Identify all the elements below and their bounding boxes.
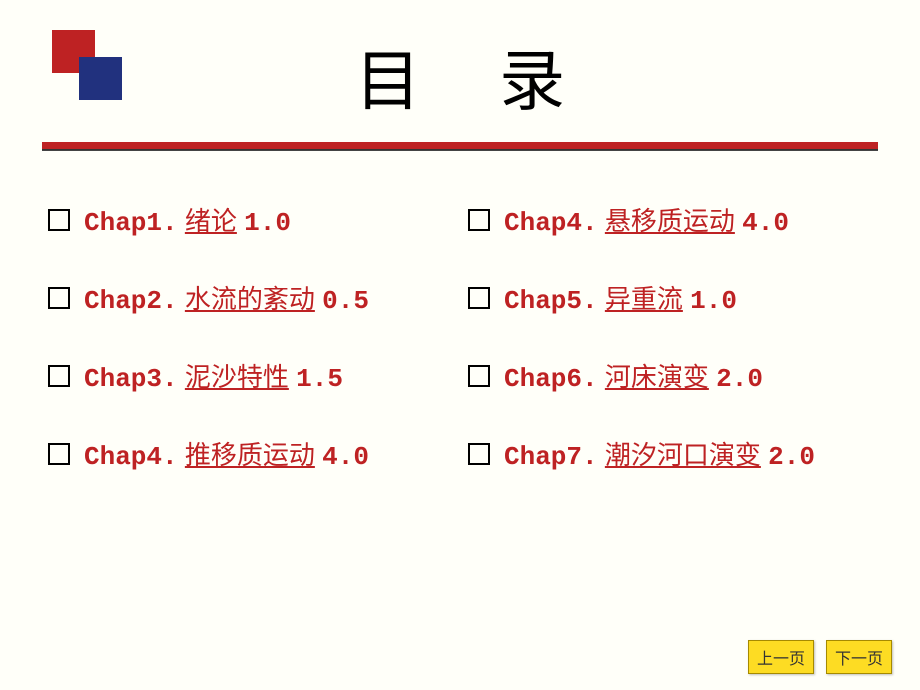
list-item: Chap7. 潮汐河口演变 2.0 [468,435,880,472]
chapter-number: 1.0 [690,286,737,316]
chapter-number: 0.5 [322,286,369,316]
chapter-prefix: Chap1. [84,208,178,238]
chapter-prefix: Chap4. [504,208,598,238]
chapter-prefix: Chap7. [504,442,598,472]
list-item: Chap4. 推移质运动 4.0 [48,435,460,472]
chapter-prefix: Chap3. [84,364,178,394]
chapter-prefix: Chap5. [504,286,598,316]
prev-button[interactable]: 上一页 [748,640,814,674]
bullet-icon [48,287,70,309]
list-item: Chap6. 河床演变 2.0 [468,357,880,394]
chapter-link[interactable]: 泥沙特性 [185,362,289,392]
divider-thick [42,142,878,150]
chapter-number: 4.0 [322,442,369,472]
logo-icon [52,30,122,100]
chapter-number: 1.0 [244,208,291,238]
toc-column-left: Chap1. 绪论 1.0 Chap2. 水流的紊动 0.5 Chap3. 泥沙… [40,201,460,513]
list-item: Chap4. 悬移质运动 4.0 [468,201,880,238]
list-item: Chap1. 绪论 1.0 [48,201,460,238]
list-item: Chap3. 泥沙特性 1.5 [48,357,460,394]
bullet-icon [468,365,490,387]
bullet-icon [48,365,70,387]
chapter-number: 2.0 [716,364,763,394]
chapter-number: 4.0 [742,208,789,238]
chapter-link[interactable]: 潮汐河口演变 [605,440,761,470]
chapter-number: 1.5 [296,364,343,394]
chapter-prefix: Chap2. [84,286,178,316]
chapter-link[interactable]: 异重流 [605,284,683,314]
chapter-number: 2.0 [768,442,815,472]
page-title: 目 录 [0,28,920,124]
bullet-icon [48,443,70,465]
toc-column-right: Chap4. 悬移质运动 4.0 Chap5. 异重流 1.0 Chap6. 河… [460,201,880,513]
divider-thin [42,150,878,151]
chapter-link[interactable]: 悬移质运动 [605,206,735,236]
bullet-icon [468,209,490,231]
chapter-link[interactable]: 推移质运动 [185,440,315,470]
chapter-prefix: Chap6. [504,364,598,394]
list-item: Chap5. 异重流 1.0 [468,279,880,316]
toc-content: Chap1. 绪论 1.0 Chap2. 水流的紊动 0.5 Chap3. 泥沙… [0,201,920,513]
chapter-link[interactable]: 水流的紊动 [185,284,315,314]
slide: 目 录 Chap1. 绪论 1.0 Chap2. 水流的紊动 0.5 [0,0,920,690]
list-item: Chap2. 水流的紊动 0.5 [48,279,460,316]
next-button[interactable]: 下一页 [826,640,892,674]
bullet-icon [48,209,70,231]
bullet-icon [468,287,490,309]
chapter-link[interactable]: 绪论 [185,206,237,236]
nav-buttons: 上一页 下一页 [748,640,892,674]
bullet-icon [468,443,490,465]
chapter-prefix: Chap4. [84,442,178,472]
logo-blue-square [79,57,122,100]
chapter-link[interactable]: 河床演变 [605,362,709,392]
